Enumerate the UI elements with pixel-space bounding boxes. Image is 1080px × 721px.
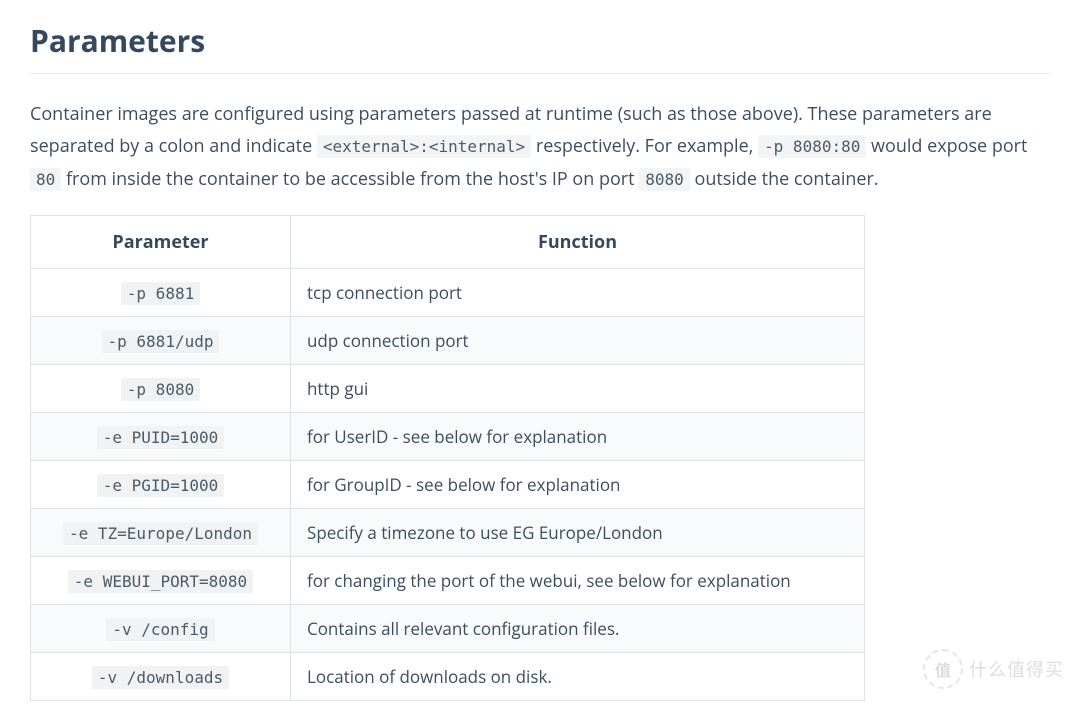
function-cell: for changing the port of the webui, see … (291, 557, 865, 605)
function-cell: udp connection port (291, 317, 865, 365)
param-code: -e PUID=1000 (97, 426, 225, 449)
function-cell: tcp connection port (291, 269, 865, 317)
section-heading: Parameters (30, 20, 1050, 74)
param-cell: -e PGID=1000 (31, 461, 291, 509)
param-code: -p 6881 (121, 282, 200, 305)
function-cell: Location of downloads on disk. (291, 653, 865, 701)
intro-paragraph: Container images are configured using pa… (30, 98, 1050, 195)
param-code: -e WEBUI_PORT=8080 (68, 570, 253, 593)
function-cell: Contains all relevant configuration file… (291, 605, 865, 653)
intro-text: outside the container. (694, 167, 878, 191)
table-row: -e PGID=1000 for GroupID - see below for … (31, 461, 865, 509)
param-cell: -e TZ=Europe/London (31, 509, 291, 557)
code-port-80: 80 (30, 168, 61, 191)
intro-text: respectively. For example, (536, 134, 758, 158)
table-row: -p 6881/udp udp connection port (31, 317, 865, 365)
header-parameter: Parameter (31, 216, 291, 269)
function-cell: for UserID - see below for explanation (291, 413, 865, 461)
function-cell: for GroupID - see below for explanation (291, 461, 865, 509)
param-code: -e TZ=Europe/London (63, 522, 258, 545)
param-cell: -p 8080 (31, 365, 291, 413)
param-cell: -p 6881/udp (31, 317, 291, 365)
table-row: -v /config Contains all relevant configur… (31, 605, 865, 653)
param-code: -v /downloads (92, 666, 229, 689)
table-row: -e PUID=1000 for UserID - see below for e… (31, 413, 865, 461)
watermark: 值 什么值得买 (923, 649, 1064, 689)
table-row: -v /downloads Location of downloads on di… (31, 653, 865, 701)
param-cell: -e WEBUI_PORT=8080 (31, 557, 291, 605)
param-code: -v /config (106, 618, 214, 641)
table-row: -e TZ=Europe/London Specify a timezone to… (31, 509, 865, 557)
table-header-row: Parameter Function (31, 216, 865, 269)
header-function: Function (291, 216, 865, 269)
param-code: -e PGID=1000 (97, 474, 225, 497)
code-external-internal: <external>:<internal> (317, 135, 531, 158)
code-port-mapping: -p 8080:80 (758, 135, 866, 158)
watermark-text: 什么值得买 (969, 656, 1064, 682)
function-cell: Specify a timezone to use EG Europe/Lond… (291, 509, 865, 557)
function-cell: http gui (291, 365, 865, 413)
table-row: -p 8080 http gui (31, 365, 865, 413)
param-code: -p 6881/udp (102, 330, 220, 353)
code-port-8080: 8080 (639, 168, 690, 191)
table-row: -p 6881 tcp connection port (31, 269, 865, 317)
intro-text: would expose port (871, 134, 1027, 158)
watermark-badge: 值 (923, 649, 963, 689)
param-cell: -e PUID=1000 (31, 413, 291, 461)
param-cell: -v /downloads (31, 653, 291, 701)
param-code: -p 8080 (121, 378, 200, 401)
param-cell: -p 6881 (31, 269, 291, 317)
parameters-table: Parameter Function -p 6881 tcp connection… (30, 215, 865, 701)
param-cell: -v /config (31, 605, 291, 653)
table-row: -e WEBUI_PORT=8080 for changing the port … (31, 557, 865, 605)
intro-text: from inside the container to be accessib… (66, 167, 639, 191)
